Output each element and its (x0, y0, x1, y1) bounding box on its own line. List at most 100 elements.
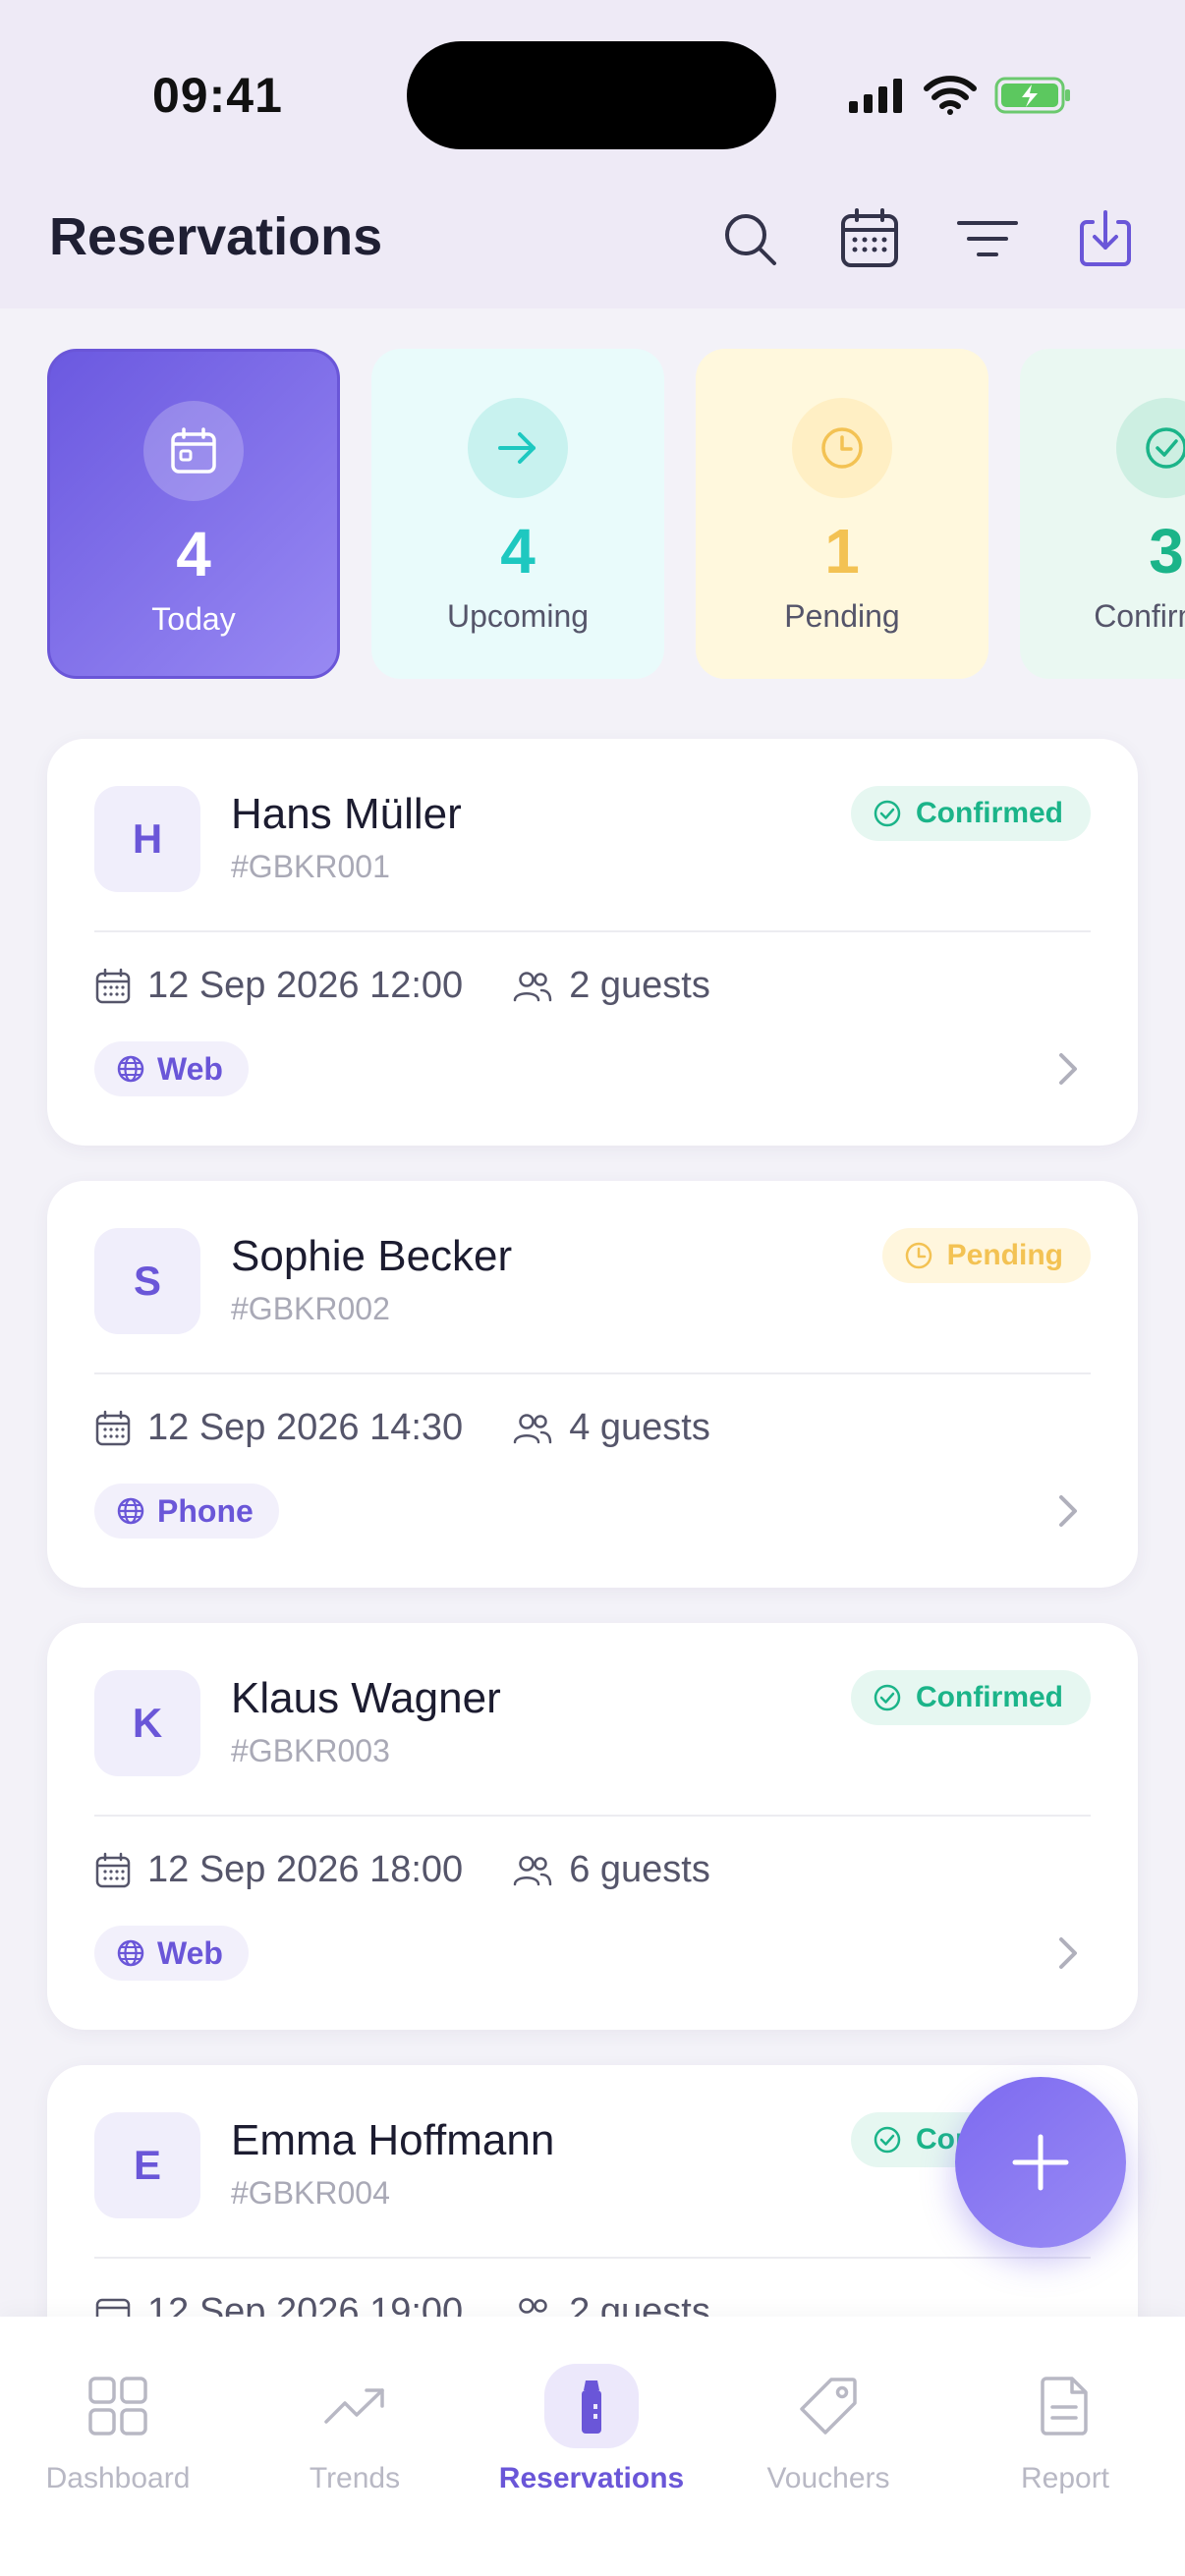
stat-label: Confirmed (1094, 598, 1185, 634)
reservation-card[interactable]: S Sophie Becker #GBKR002 Pending 12 Sep … (47, 1181, 1138, 1588)
avatar: H (94, 786, 200, 892)
status-text: Confirmed (916, 797, 1063, 829)
bookmark-icon (582, 2380, 601, 2434)
status-badge: Pending (881, 1228, 1091, 1283)
arrow-right-icon (498, 432, 536, 464)
nav-label: Report (1020, 2462, 1110, 2494)
divider (94, 2257, 1091, 2259)
search-icon (725, 214, 776, 265)
guest-name: Hans Müller (231, 790, 462, 838)
battery-charging-icon (994, 77, 1070, 114)
guest-count: 4 guests (569, 1407, 710, 1448)
calendar-icon (841, 208, 898, 267)
status-text: Confirmed (916, 1681, 1063, 1713)
nav-reservations[interactable]: Reservations (474, 2364, 709, 2495)
guest-name: Sophie Becker (231, 1232, 513, 1280)
check-circle-icon (874, 1684, 901, 1711)
reservation-card[interactable]: H Hans Müller #GBKR001 Confirmed 12 Sep … (47, 739, 1138, 1146)
stat-label: Upcoming (446, 598, 590, 634)
calendar-icon (95, 1852, 131, 1887)
avatar: S (94, 1228, 200, 1334)
status-badge: Confirmed (851, 1670, 1091, 1725)
filter-icon (957, 221, 1018, 256)
nav-icon-wrap (1018, 2364, 1112, 2448)
grid-icon (88, 2377, 147, 2436)
add-reservation-button[interactable] (955, 2077, 1126, 2248)
trend-icon (324, 2388, 384, 2424)
nav-label: Vouchers (766, 2462, 890, 2494)
calendar-button[interactable] (835, 204, 904, 273)
page-title: Reservations (49, 207, 383, 266)
check-circle-icon (874, 2126, 901, 2154)
channel-tag: Phone (94, 1484, 279, 1539)
nav-vouchers[interactable]: Vouchers (710, 2364, 946, 2495)
guest-name: Klaus Wagner (231, 1674, 501, 1722)
stat-card-confirmed[interactable]: 3 Confirmed (1020, 349, 1185, 679)
nav-label: Dashboard (45, 2462, 191, 2494)
clock-icon (821, 427, 863, 469)
bottom-navigation: Dashboard Trends Reservations Vouchers R… (0, 2317, 1185, 2576)
guests-icon (513, 1855, 552, 1885)
booking-code: #GBKR002 (231, 1291, 390, 1326)
nav-label: Trends (309, 2462, 401, 2494)
reservation-meta: 12 Sep 2026 12:00 2 guests (94, 965, 710, 1007)
wifi-icon (924, 76, 977, 115)
check-circle-icon (1146, 427, 1185, 469)
stat-icon-wrap (1116, 398, 1185, 498)
signal-icon (849, 79, 902, 113)
reservation-datetime: 12 Sep 2026 12:00 (147, 965, 464, 1006)
stat-card-pending[interactable]: 1 Pending (696, 349, 988, 679)
status-text: Pending (946, 1239, 1063, 1271)
nav-dashboard[interactable]: Dashboard (0, 2364, 236, 2495)
nav-icon-wrap (544, 2364, 639, 2448)
calendar-icon (171, 427, 216, 474)
chevron-right-icon (1059, 1495, 1077, 1527)
channel-label: Web (157, 1050, 223, 1087)
channel-label: Phone (157, 1492, 254, 1529)
nav-icon-wrap (308, 2364, 402, 2448)
dynamic-island (407, 41, 776, 149)
avatar: E (94, 2112, 200, 2218)
guest-count: 2 guests (569, 965, 710, 1006)
channel-tag: Web (94, 1926, 249, 1981)
nav-icon-wrap (781, 2364, 875, 2448)
stat-card-today[interactable]: 4 Today (47, 349, 340, 679)
reservation-meta: 12 Sep 2026 18:00 6 guests (94, 1849, 710, 1891)
stat-label: Pending (784, 598, 900, 634)
filter-button[interactable] (953, 204, 1022, 273)
clock-icon (905, 1242, 931, 1269)
reservation-datetime: 12 Sep 2026 18:00 (147, 1849, 464, 1890)
stat-card-upcoming[interactable]: 4 Upcoming (371, 349, 664, 679)
chevron-right-icon (1059, 1937, 1077, 1969)
plus-icon (1012, 2134, 1069, 2191)
stat-icon-wrap (792, 398, 892, 498)
stat-icon-wrap (468, 398, 568, 498)
divider (94, 930, 1091, 932)
chevron-right-icon (1059, 1053, 1077, 1085)
stat-label: Today (151, 601, 236, 637)
nav-report[interactable]: Report (947, 2364, 1183, 2495)
guests-icon (513, 1413, 552, 1443)
avatar: K (94, 1670, 200, 1776)
globe-icon (117, 1497, 144, 1525)
status-time: 09:41 (152, 68, 283, 123)
globe-icon (117, 1055, 144, 1083)
search-button[interactable] (715, 204, 784, 273)
stat-value: 4 (176, 519, 211, 589)
globe-icon (117, 1939, 144, 1967)
download-button[interactable] (1071, 204, 1140, 273)
check-circle-icon (874, 800, 901, 827)
divider (94, 1815, 1091, 1817)
channel-tag: Web (94, 1041, 249, 1096)
stat-value: 4 (500, 516, 536, 587)
booking-code: #GBKR003 (231, 1733, 390, 1768)
nav-label: Reservations (498, 2462, 685, 2494)
stat-value: 3 (1149, 516, 1184, 587)
reservation-datetime: 12 Sep 2026 14:30 (147, 1407, 464, 1448)
reservation-card[interactable]: K Klaus Wagner #GBKR003 Confirmed 12 Sep… (47, 1623, 1138, 2030)
nav-trends[interactable]: Trends (237, 2364, 473, 2495)
guest-name: Emma Hoffmann (231, 2116, 555, 2164)
divider (94, 1372, 1091, 1374)
reservation-meta: 12 Sep 2026 14:30 4 guests (94, 1407, 710, 1449)
guests-icon (513, 971, 552, 1001)
